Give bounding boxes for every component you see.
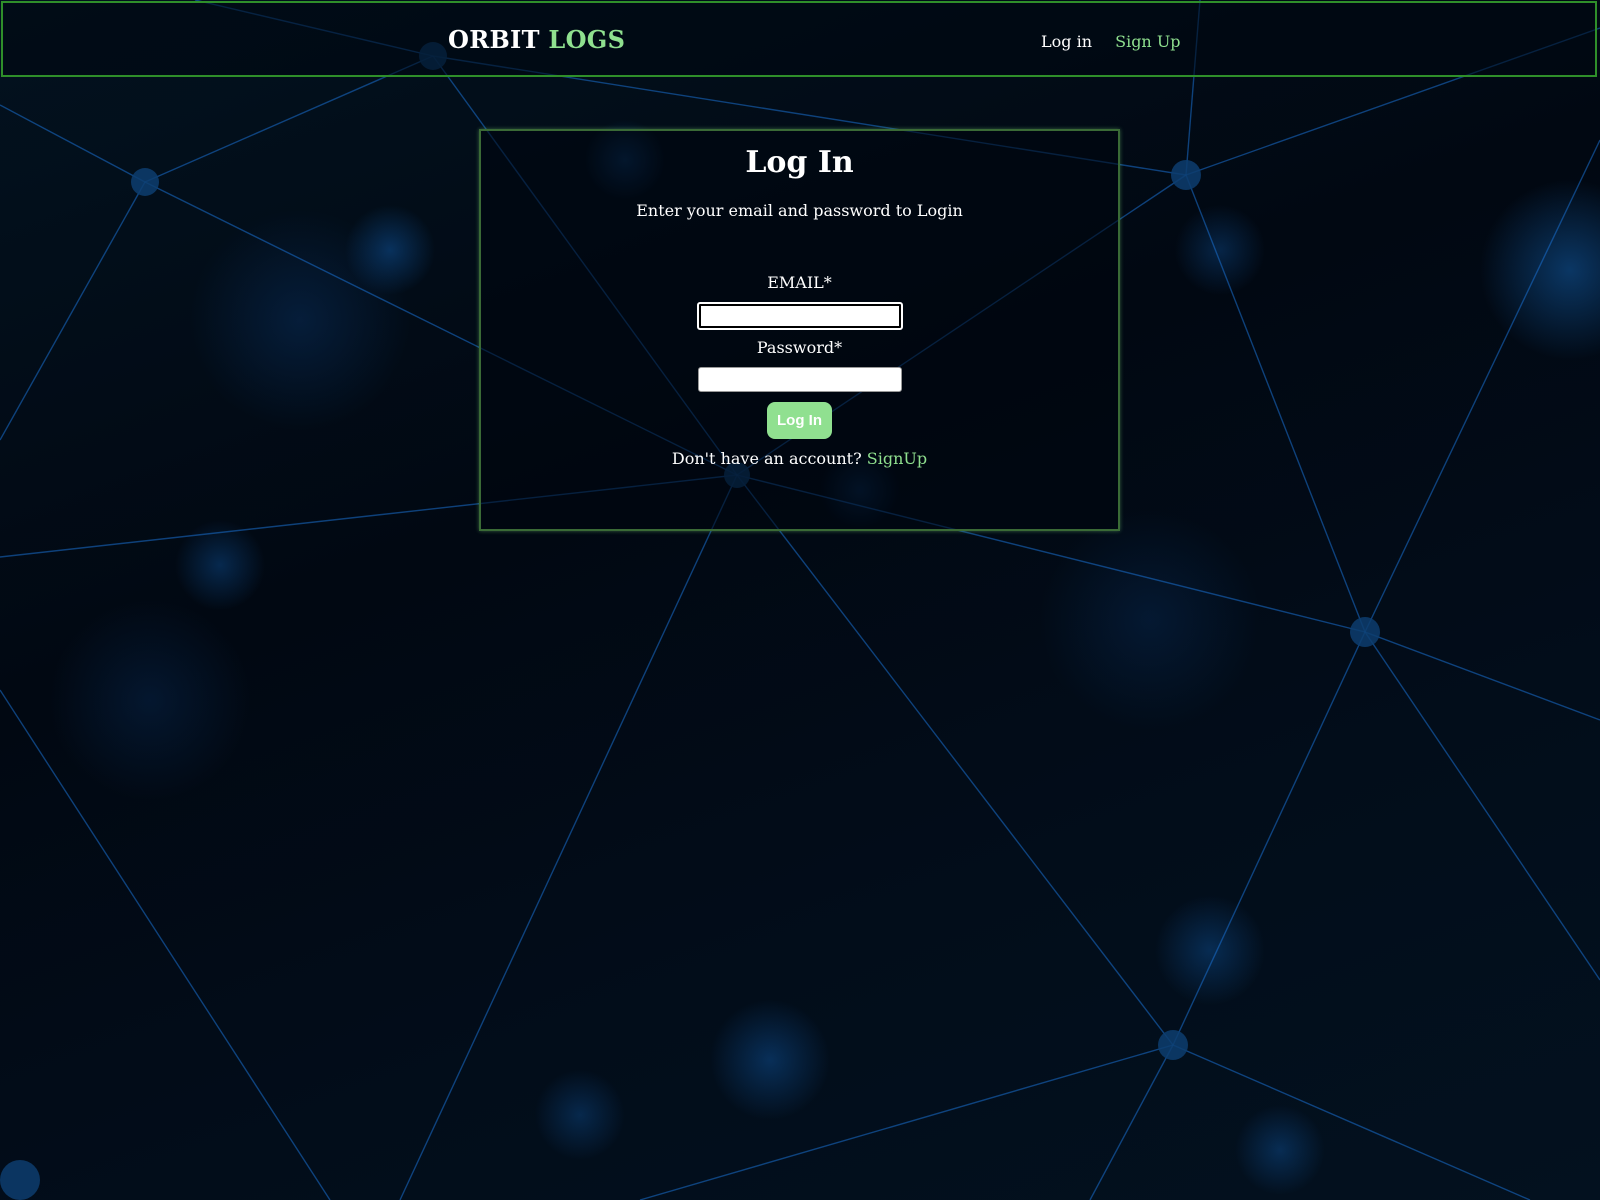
nav-signup-link[interactable]: Sign Up xyxy=(1115,32,1180,51)
no-account-text: Don't have an account? xyxy=(671,449,862,468)
top-navbar: ORBIT LOGS Log in Sign Up xyxy=(1,1,1597,77)
brand-text-orbit: ORBIT xyxy=(448,25,540,54)
login-subtitle: Enter your email and password to Login xyxy=(636,201,963,220)
password-input[interactable] xyxy=(697,367,902,392)
nav-links: Log in Sign Up xyxy=(1041,32,1181,51)
password-label: Password* xyxy=(756,338,843,357)
login-submit-button[interactable]: Log In xyxy=(767,402,832,439)
login-card: Log In Enter your email and password to … xyxy=(479,129,1120,531)
brand-logo[interactable]: ORBIT LOGS xyxy=(448,25,625,54)
email-input[interactable] xyxy=(696,302,903,330)
signup-link[interactable]: SignUp xyxy=(867,449,927,468)
nav-login-link[interactable]: Log in xyxy=(1041,32,1092,51)
login-title: Log In xyxy=(745,145,854,180)
signup-prompt: Don't have an account? SignUp xyxy=(481,449,1118,469)
email-label: EMAIL* xyxy=(767,273,832,292)
brand-text-logs: LOGS xyxy=(548,25,626,54)
